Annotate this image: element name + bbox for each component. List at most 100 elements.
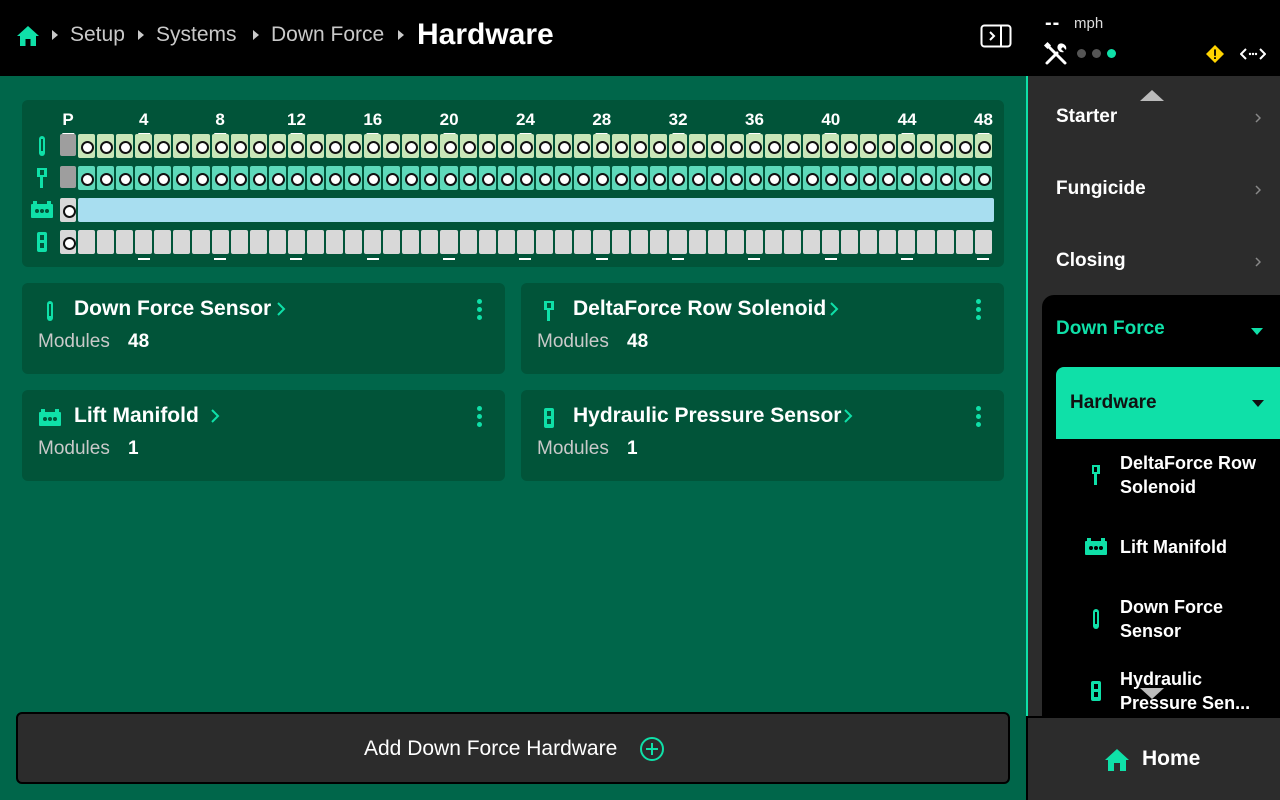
row-cell <box>421 166 439 190</box>
row-cell <box>345 166 363 190</box>
row-cell <box>402 166 420 190</box>
row-cell <box>173 166 191 190</box>
row-cell <box>326 134 344 158</box>
add-hardware-button[interactable]: Add Down Force Hardware <box>16 712 1010 784</box>
home-icon[interactable] <box>16 24 40 48</box>
row-cell <box>154 230 172 254</box>
breadcrumb-systems[interactable]: Systems <box>156 22 237 48</box>
row-cell <box>211 134 229 158</box>
connection-arrows-icon[interactable] <box>1240 44 1266 64</box>
sidebar-item-hardware[interactable]: Hardware <box>1056 367 1280 439</box>
sidebar-group-label: Down Force <box>1056 318 1165 339</box>
row-cell <box>364 134 382 158</box>
breadcrumb-setup[interactable]: Setup <box>70 22 125 48</box>
chevron-right-icon <box>1255 185 1261 195</box>
row-cell <box>764 230 782 254</box>
row-cell <box>860 134 878 158</box>
row-cell <box>707 230 725 254</box>
sidebar-item-starter[interactable]: Starter <box>1028 79 1280 151</box>
sidebar-item-fungicide[interactable]: Fungicide <box>1028 151 1280 223</box>
row-cell <box>955 134 973 158</box>
row-cell <box>631 230 649 254</box>
row-cell <box>535 230 553 254</box>
card-title[interactable]: Down Force Sensor <box>74 297 271 321</box>
more-vert-icon[interactable] <box>976 299 982 321</box>
row-cell <box>917 134 935 158</box>
row-cell <box>478 166 496 190</box>
modules-label: Modules <box>38 438 110 459</box>
panel-toggle-icon[interactable] <box>980 24 1012 48</box>
row-cell <box>822 166 840 190</box>
row-cell <box>879 230 897 254</box>
card-title[interactable]: DeltaForce Row Solenoid <box>573 297 826 321</box>
sidebar-sub-item-pressure-sensor[interactable]: Hydraulic Pressure Sen... <box>1056 655 1280 716</box>
more-vert-icon[interactable] <box>477 406 483 428</box>
row-cell <box>78 134 96 158</box>
row-cell <box>135 166 153 190</box>
solenoid-icon <box>544 301 554 321</box>
row-cell <box>230 230 248 254</box>
row-cell <box>688 134 706 158</box>
chevron-right-icon <box>1255 113 1261 123</box>
row-cell <box>593 230 611 260</box>
row-cell <box>516 230 534 260</box>
row-number: 8 <box>214 110 227 135</box>
sidebar-group-down-force[interactable]: Down Force Hardware DeltaForce Row Solen… <box>1042 295 1280 716</box>
row-cell <box>612 166 630 190</box>
row-cell <box>879 134 897 158</box>
chevron-right-icon[interactable] <box>276 301 286 317</box>
row-cell <box>440 230 458 260</box>
row-cell <box>116 166 134 190</box>
more-vert-icon[interactable] <box>976 406 982 428</box>
row-cell <box>841 230 859 254</box>
row-cell <box>802 134 821 158</box>
row-cell <box>383 166 401 190</box>
more-vert-icon[interactable] <box>477 299 483 321</box>
card-hydraulic-pressure-sensor[interactable]: Hydraulic Pressure Sensor Modules 1 <box>521 390 1004 481</box>
row-cell <box>516 166 534 190</box>
row-cell <box>745 134 763 158</box>
scroll-down-icon[interactable] <box>1140 688 1164 699</box>
tools-icon[interactable] <box>1043 41 1069 67</box>
chevron-right-icon[interactable] <box>843 408 853 424</box>
row-cell <box>287 134 305 158</box>
breadcrumb-separator <box>253 30 259 40</box>
down-force-sensor-icon <box>1093 609 1099 629</box>
sidebar-sub-item-lift-manifold[interactable]: Lift Manifold <box>1056 511 1280 583</box>
warning-icon[interactable] <box>1204 44 1226 64</box>
card-lift-manifold[interactable]: Lift Manifold Modules 1 <box>22 390 505 481</box>
row-cell <box>440 134 458 158</box>
row-cell <box>192 166 210 190</box>
card-title[interactable]: Hydraulic Pressure Sensor <box>573 404 841 428</box>
lift-manifold-lane <box>78 198 994 222</box>
row-cell <box>669 230 687 260</box>
row-number: 4 <box>137 110 151 135</box>
chevron-right-icon[interactable] <box>210 408 220 424</box>
row-cell <box>497 134 515 158</box>
row-cell <box>707 134 725 158</box>
breadcrumb-down-force[interactable]: Down Force <box>271 22 384 48</box>
row-cell <box>326 166 344 190</box>
card-deltaforce-row-solenoid[interactable]: DeltaForce Row Solenoid Modules 48 <box>521 283 1004 374</box>
row-number: 36 <box>744 110 764 135</box>
row-cell <box>726 230 744 254</box>
row-cell <box>154 166 172 190</box>
home-button[interactable]: Home <box>1028 716 1280 800</box>
sidebar-item-closing[interactable]: Closing <box>1028 223 1280 295</box>
row-cell <box>173 230 191 254</box>
sidebar-sub-item-label: Down Force Sensor <box>1120 597 1224 641</box>
row-cell <box>612 134 630 158</box>
chevron-right-icon[interactable] <box>829 301 839 317</box>
sidebar-sub-item-down-force-sensor[interactable]: Down Force Sensor <box>1056 583 1280 655</box>
row-cell <box>574 166 592 190</box>
row-cell <box>726 134 744 158</box>
sidebar-sub-item-solenoid[interactable]: DeltaForce Row Solenoid <box>1056 439 1280 511</box>
row-cell <box>631 134 649 158</box>
lift-manifold-icon <box>1085 538 1107 555</box>
row-number: 40 <box>821 110 841 135</box>
card-title[interactable]: Lift Manifold <box>74 404 199 428</box>
row-cell <box>726 166 744 190</box>
row-cell <box>650 166 668 190</box>
home-button-label: Home <box>1142 747 1201 770</box>
card-down-force-sensor[interactable]: Down Force Sensor Modules 48 <box>22 283 505 374</box>
